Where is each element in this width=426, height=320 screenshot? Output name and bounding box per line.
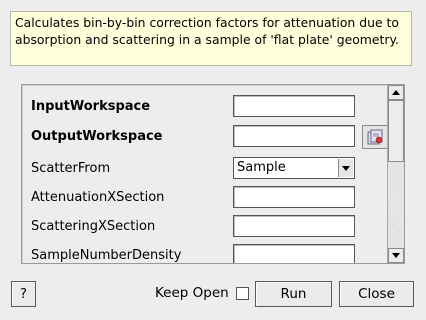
properties-list: InputWorkspace OutputWorkspace ScatterFr… — [22, 85, 387, 263]
help-button[interactable]: ? — [11, 281, 36, 307]
property-row-attenuationxsection: AttenuationXSection — [22, 186, 387, 212]
property-label: ScatteringXSection — [31, 219, 156, 234]
property-row-outputworkspace: OutputWorkspace — [22, 125, 387, 151]
select-value: Sample — [237, 160, 286, 175]
file-browse-icon — [367, 129, 383, 145]
run-button[interactable]: Run — [255, 281, 332, 307]
property-label: ScatterFrom — [31, 161, 111, 176]
chevron-down-icon[interactable] — [338, 159, 353, 177]
samplenumberdensity-input[interactable] — [233, 244, 355, 263]
property-row-inputworkspace: InputWorkspace — [22, 95, 387, 121]
inputworkspace-input[interactable] — [233, 95, 355, 117]
scrollbar-thumb[interactable] — [388, 100, 404, 162]
vertical-scrollbar[interactable] — [387, 85, 404, 263]
keep-open-label: Keep Open — [155, 285, 229, 301]
keep-open-checkbox[interactable] — [236, 287, 249, 300]
properties-panel: InputWorkspace OutputWorkspace ScatterFr… — [21, 84, 405, 264]
scatteringxsection-input[interactable] — [233, 215, 355, 237]
property-label: SampleNumberDensity — [31, 248, 182, 263]
property-label: InputWorkspace — [31, 99, 151, 114]
file-browse-button[interactable] — [362, 125, 387, 149]
property-label: AttenuationXSection — [31, 190, 165, 205]
outputworkspace-input[interactable] — [233, 125, 355, 147]
scroll-up-arrow-icon[interactable] — [388, 85, 404, 100]
property-row-scatteringxsection: ScatteringXSection — [22, 215, 387, 241]
property-row-scatterfrom: ScatterFrom Sample — [22, 157, 387, 183]
scroll-down-arrow-icon[interactable] — [388, 248, 404, 263]
property-label: OutputWorkspace — [31, 129, 163, 144]
attenuationxsection-input[interactable] — [233, 186, 355, 208]
property-row-samplenumberdensity: SampleNumberDensity — [22, 244, 387, 263]
close-button[interactable]: Close — [339, 281, 414, 307]
algorithm-description: Calculates bin-by-bin correction factors… — [10, 11, 412, 66]
scatterfrom-select[interactable]: Sample — [233, 157, 355, 179]
